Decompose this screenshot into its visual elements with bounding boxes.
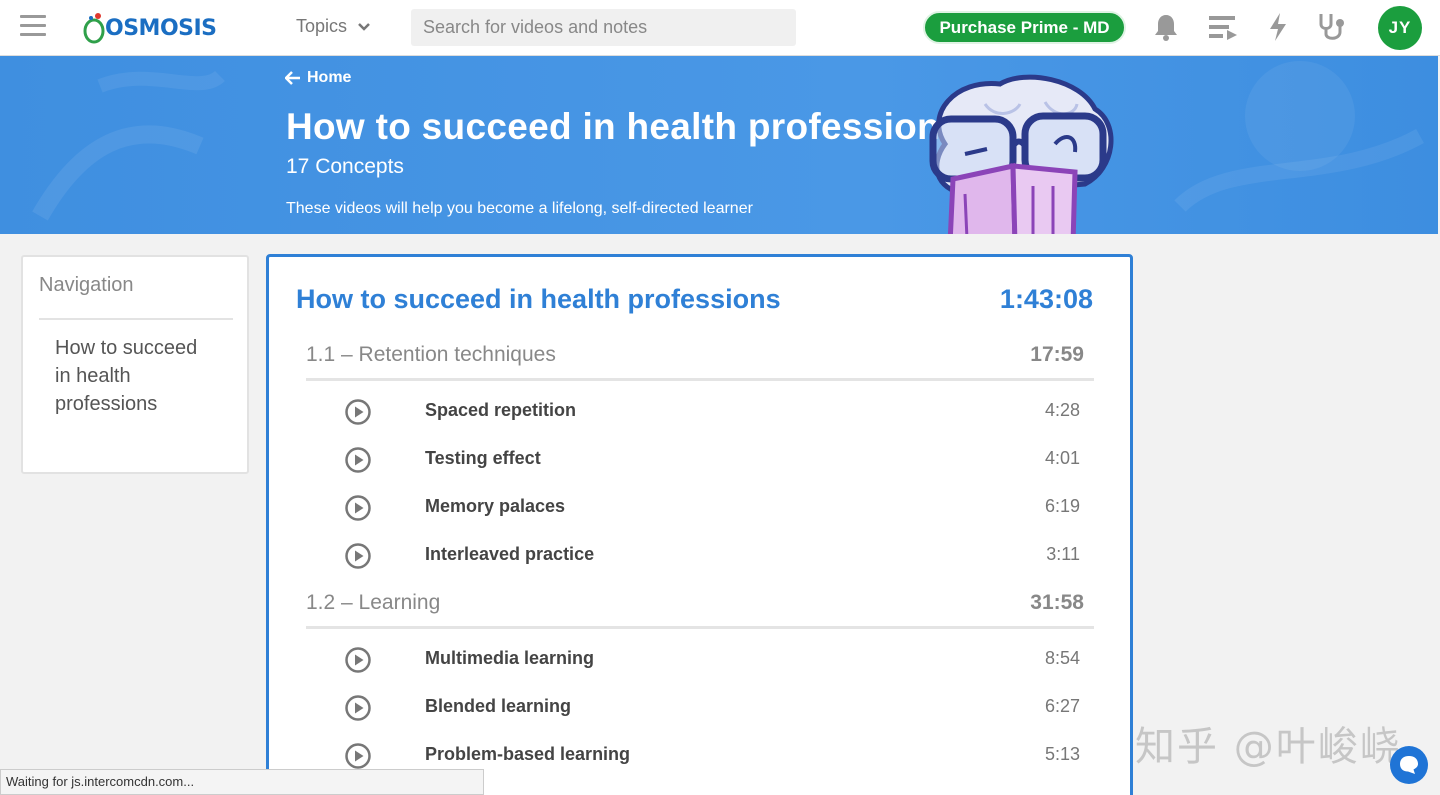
home-link[interactable]: Home	[285, 69, 351, 87]
video-duration: 4:01	[1044, 448, 1080, 468]
video-row[interactable]: Interleaved practice 3:11	[306, 539, 1094, 587]
section-title: 1.1 – Retention techniques	[306, 343, 556, 366]
video-row[interactable]: Testing effect 4:01	[306, 443, 1094, 491]
navigation-item-course[interactable]: How to succeed in health professions	[55, 334, 205, 418]
divider	[39, 318, 233, 320]
video-duration: 6:27	[1044, 696, 1080, 716]
arrow-left-icon	[285, 71, 300, 85]
lightning-icon[interactable]	[1262, 11, 1294, 43]
section-title: 1.2 – Learning	[306, 591, 441, 614]
topics-dropdown[interactable]: Topics	[296, 16, 371, 37]
video-row[interactable]: Multimedia learning 8:54	[306, 643, 1094, 691]
video-title: Memory palaces	[425, 496, 566, 516]
play-icon	[345, 399, 371, 425]
video-duration: 8:54	[1044, 648, 1080, 668]
video-title: Testing effect	[425, 448, 541, 468]
logo-text: OSMOSIS	[105, 15, 217, 41]
bell-icon[interactable]	[1150, 11, 1182, 43]
osmosis-logo[interactable]: OSMOSIS	[82, 8, 217, 48]
play-icon	[345, 543, 371, 569]
section-duration: 31:58	[1030, 591, 1084, 614]
video-title: Spaced repetition	[425, 400, 577, 420]
video-row[interactable]: Spaced repetition 4:28	[306, 395, 1094, 443]
play-icon	[345, 743, 371, 769]
navigation-heading: Navigation	[39, 274, 134, 296]
play-icon	[345, 695, 371, 721]
search-input[interactable]	[411, 9, 796, 46]
user-avatar[interactable]: JY	[1378, 6, 1422, 50]
page-title: How to succeed in health professions	[286, 106, 961, 147]
video-row[interactable]: Memory palaces 6:19	[306, 491, 1094, 539]
navigation-panel: Navigation How to succeed in health prof…	[21, 255, 249, 474]
video-title: Multimedia learning	[425, 648, 595, 668]
top-navbar: OSMOSIS Topics Purchase Prime - MD JY	[0, 0, 1440, 56]
hero-banner: Home How to succeed in health profession…	[0, 56, 1438, 234]
video-row[interactable]: Blended learning 6:27	[306, 691, 1094, 739]
watermark: 知乎 @叶峻峣	[1135, 724, 1402, 770]
video-title: Blended learning	[425, 696, 572, 716]
chat-launcher-button[interactable]	[1390, 746, 1428, 784]
browser-status-bar: Waiting for js.intercomcdn.com...	[0, 769, 484, 795]
video-duration: 5:13	[1044, 744, 1080, 764]
chat-bubble-icon	[1400, 756, 1418, 774]
video-duration: 4:28	[1044, 400, 1080, 420]
play-icon	[345, 495, 371, 521]
section-header[interactable]: 1.2 – Learning 31:58	[306, 591, 1094, 629]
purchase-prime-button[interactable]: Purchase Prime - MD	[923, 11, 1126, 44]
play-icon	[345, 647, 371, 673]
video-duration: 6:19	[1044, 496, 1080, 516]
playlist-icon[interactable]	[1207, 11, 1239, 43]
brain-mascot-illustration	[929, 74, 1114, 234]
video-title: Interleaved practice	[425, 544, 595, 564]
home-label: Home	[307, 69, 352, 86]
hamburger-menu-icon[interactable]	[20, 15, 46, 39]
chevron-down-icon	[358, 22, 370, 31]
video-title: Problem-based learning	[425, 744, 631, 764]
section-header[interactable]: 1.1 – Retention techniques 17:59	[306, 343, 1094, 381]
course-title: How to succeed in health professions	[296, 284, 781, 314]
video-duration: 3:11	[1046, 544, 1080, 564]
topics-label: Topics	[296, 16, 348, 36]
stethoscope-icon[interactable]	[1316, 11, 1348, 43]
course-total-duration: 1:43:08	[999, 284, 1093, 314]
play-icon	[345, 447, 371, 473]
concept-count: 17 Concepts	[286, 155, 404, 178]
section-duration: 17:59	[1030, 343, 1084, 366]
banner-description: These videos will help you become a life…	[286, 200, 753, 217]
course-outline-card: How to succeed in health professions 1:4…	[266, 254, 1133, 795]
logo-mark-icon	[83, 13, 105, 44]
